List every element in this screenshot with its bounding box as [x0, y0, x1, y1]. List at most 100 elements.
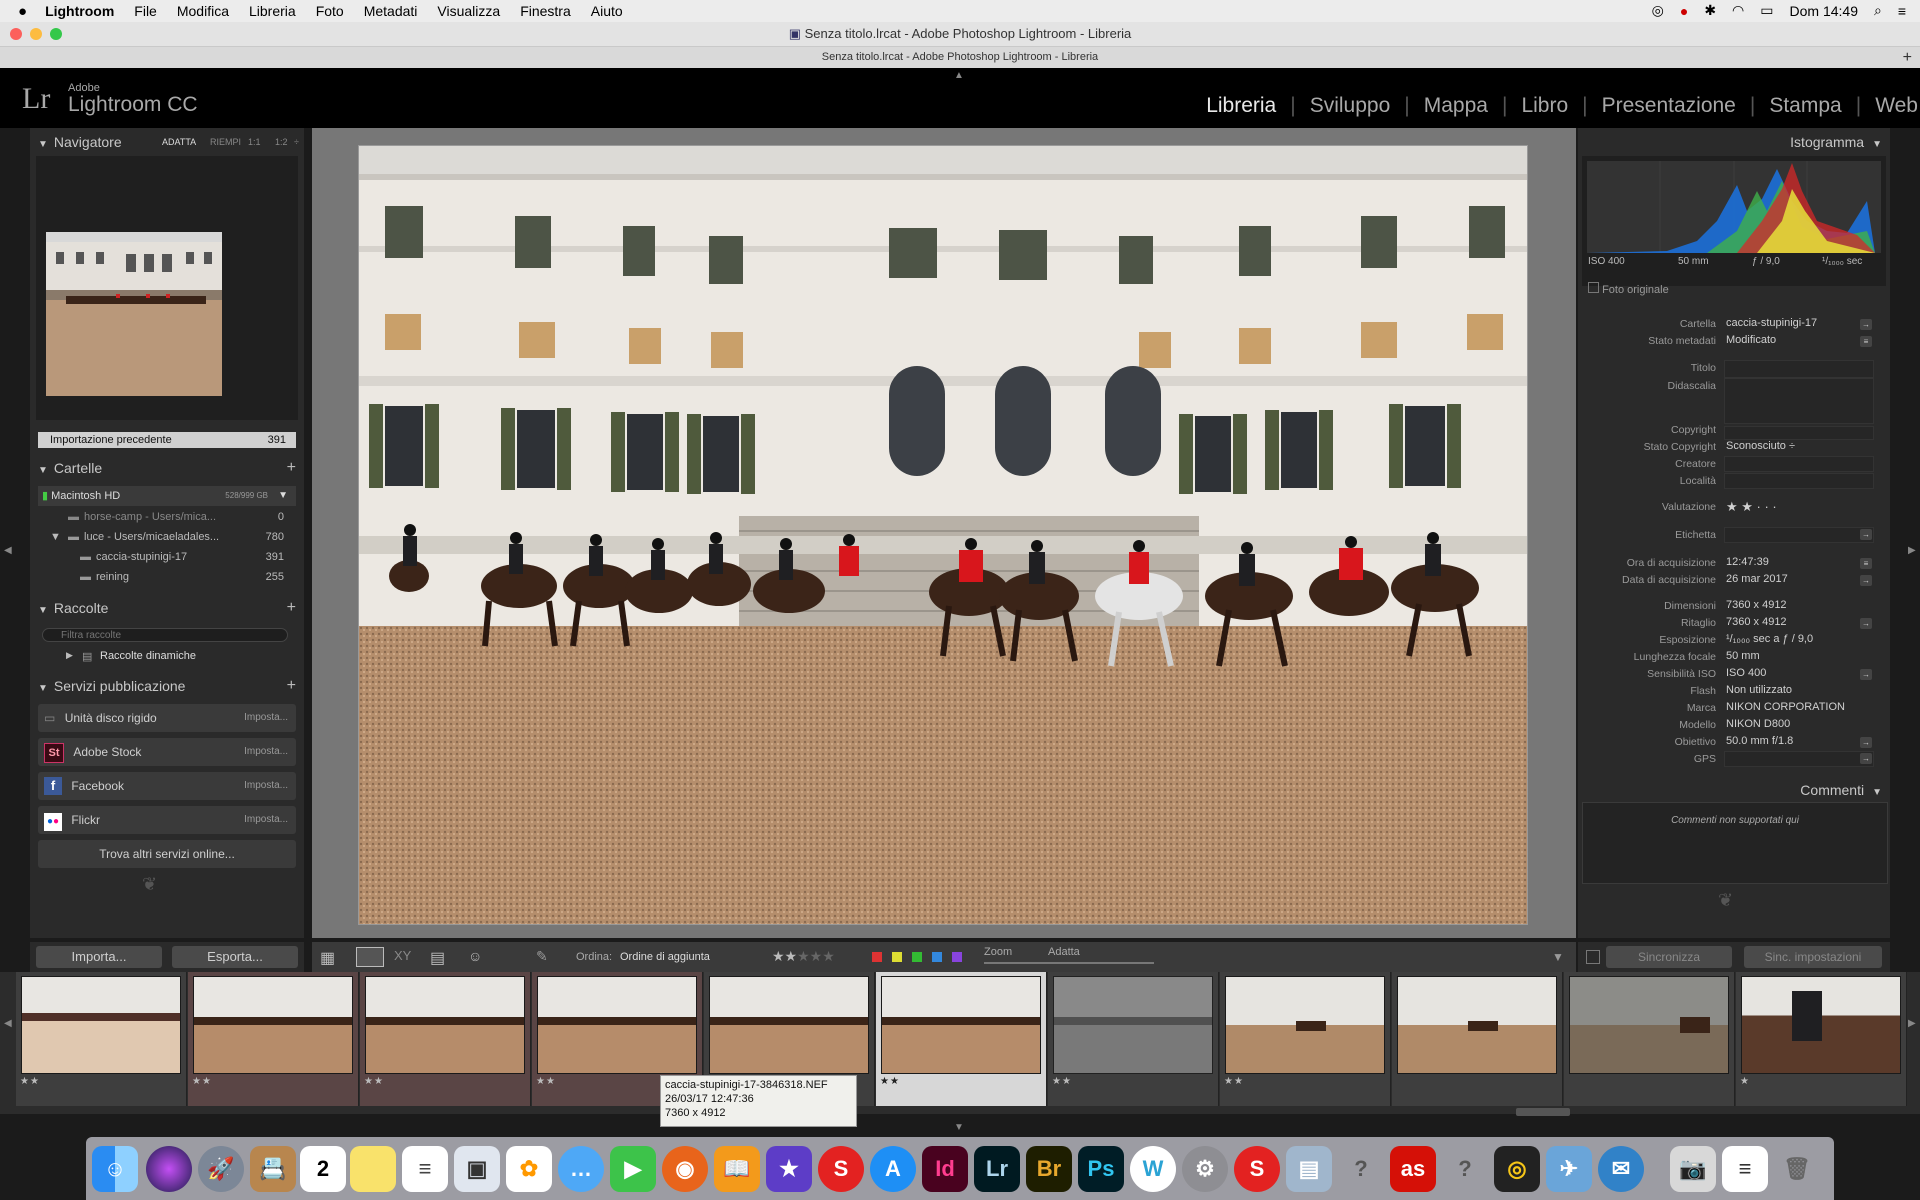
folder-row[interactable]: ▬ caccia-stupinigi-17 391: [38, 551, 296, 567]
module-mappa[interactable]: Mappa: [1424, 94, 1488, 118]
setup-link[interactable]: Imposta...: [244, 806, 288, 834]
disclosure-triangle-icon[interactable]: ▼: [50, 531, 61, 543]
histogram-header[interactable]: Istogramma ▼: [1578, 130, 1890, 154]
navigator-header[interactable]: ▼ Navigatore ADATTA RIEMPI 1:1 1:2 ÷: [30, 130, 304, 154]
finder-app-icon[interactable]: ✈: [1546, 1146, 1592, 1192]
bridge-icon[interactable]: Br: [1026, 1146, 1072, 1192]
creative-cloud-icon[interactable]: ◎: [1652, 2, 1664, 19]
folder-row[interactable]: ▼ ▬ luce - Users/micaeladales... 780: [38, 531, 296, 547]
ibooks-icon[interactable]: 📖: [714, 1146, 760, 1192]
gps-field[interactable]: [1724, 751, 1874, 767]
menu-libreria[interactable]: Libreria: [249, 3, 296, 19]
color-label-purple[interactable]: [952, 952, 962, 962]
lastfm-icon[interactable]: as: [1390, 1146, 1436, 1192]
minimize-window-button[interactable]: [30, 28, 42, 40]
textedit-icon[interactable]: ≡: [1722, 1146, 1768, 1192]
painter-icon[interactable]: ✎: [536, 948, 548, 965]
filmstrip-scroll-left-icon[interactable]: ◀: [4, 1018, 12, 1029]
module-web[interactable]: Web: [1875, 94, 1918, 118]
zoom-more-icon[interactable]: ÷: [294, 130, 299, 154]
zoom-riempi[interactable]: RIEMPI: [210, 130, 241, 154]
menu-visualizza[interactable]: Visualizza: [437, 3, 500, 19]
contacts-icon[interactable]: 📇: [250, 1146, 296, 1192]
go-to-iso-icon[interactable]: →: [1860, 669, 1872, 680]
import-button[interactable]: Importa...: [36, 946, 162, 968]
smart-collections-row[interactable]: ▶ ▤ Raccolte dinamiche: [38, 650, 296, 666]
appstore-icon[interactable]: A: [870, 1146, 916, 1192]
color-label-yellow[interactable]: [892, 952, 902, 962]
copyright-field[interactable]: [1724, 426, 1874, 440]
publish-service-hard-drive[interactable]: ▭ Unità disco rigido Imposta...: [38, 704, 296, 732]
acrobat-icon[interactable]: S: [818, 1146, 864, 1192]
module-presentazione[interactable]: Presentazione: [1602, 94, 1736, 118]
launchpad-icon[interactable]: 🚀: [198, 1146, 244, 1192]
wifi-icon[interactable]: ◠: [1732, 2, 1744, 19]
location-field[interactable]: [1724, 473, 1874, 489]
filmstrip-thumb-selected[interactable]: ★★: [876, 972, 1047, 1106]
trash-icon[interactable]: 🗑: [1774, 1146, 1820, 1192]
notification-center-icon[interactable]: ≡: [1898, 3, 1906, 19]
photo-viewer-icon[interactable]: ▤: [1286, 1146, 1332, 1192]
main-photo-image[interactable]: [359, 146, 1527, 924]
add-publish-service-icon[interactable]: +: [287, 674, 296, 698]
survey-view-icon[interactable]: ▤: [430, 948, 445, 968]
filmstrip-thumb[interactable]: ★: [1736, 972, 1907, 1106]
color-label-red[interactable]: [872, 952, 882, 962]
creator-field[interactable]: [1724, 456, 1874, 472]
firefox-icon[interactable]: ◉: [662, 1146, 708, 1192]
preview-icon[interactable]: ▣: [454, 1146, 500, 1192]
rating-stars[interactable]: ★ ★ · · ·: [1726, 499, 1777, 515]
filmstrip-scroll-right-icon[interactable]: ▶: [1908, 1018, 1916, 1029]
apple-icon[interactable]: ●: [18, 3, 27, 20]
navigator-thumbnail[interactable]: [46, 232, 222, 396]
camera-icon[interactable]: 📷: [1670, 1146, 1716, 1192]
menu-foto[interactable]: Foto: [316, 3, 344, 19]
setup-link[interactable]: Imposta...: [244, 772, 288, 800]
go-to-folder-icon[interactable]: →: [1860, 319, 1872, 330]
menu-file[interactable]: File: [134, 3, 157, 19]
filmstrip-thumb[interactable]: ★★: [1220, 972, 1391, 1106]
collapse-bottom-panel-icon[interactable]: ▼: [954, 1122, 964, 1133]
filmstrip-thumb[interactable]: ★★: [360, 972, 531, 1106]
module-stampa[interactable]: Stampa: [1769, 94, 1841, 118]
menu-modifica[interactable]: Modifica: [177, 3, 229, 19]
calendar-icon[interactable]: 2: [300, 1146, 346, 1192]
catalog-previous-import[interactable]: Importazione precedente 391: [38, 432, 296, 448]
publish-services-header[interactable]: ▼ Servizi pubblicazione +: [30, 674, 304, 698]
siri-icon[interactable]: [146, 1146, 192, 1192]
module-sviluppo[interactable]: Sviluppo: [1310, 94, 1391, 118]
grid-view-icon[interactable]: ▦: [320, 948, 335, 968]
module-libro[interactable]: Libro: [1521, 94, 1568, 118]
filmstrip-scrollbar[interactable]: [1516, 1108, 1570, 1116]
copyright-status-select[interactable]: Sconosciuto ÷: [1726, 440, 1795, 452]
go-to-date-icon[interactable]: →: [1860, 575, 1872, 586]
histogram-chart[interactable]: [1587, 161, 1881, 253]
publish-service-facebook[interactable]: f Facebook Imposta...: [38, 772, 296, 800]
messages-icon[interactable]: …: [558, 1146, 604, 1192]
filmstrip-thumb[interactable]: [1392, 972, 1563, 1106]
photos-icon[interactable]: ✿: [506, 1146, 552, 1192]
volume-macintosh-hd[interactable]: ▮ Macintosh HD 528/999 GB ▼: [38, 486, 296, 506]
compare-view-icon[interactable]: XY: [394, 948, 411, 963]
photoshop-icon[interactable]: Ps: [1078, 1146, 1124, 1192]
folder-row[interactable]: ▬ reining 255: [38, 571, 296, 587]
bluetooth-icon[interactable]: ✱: [1704, 2, 1716, 19]
collections-header[interactable]: ▼ Raccolte +: [30, 596, 304, 620]
menu-finestra[interactable]: Finestra: [520, 3, 571, 19]
adobe-icon[interactable]: ●: [1680, 3, 1688, 19]
main-photo[interactable]: [358, 145, 1528, 925]
sort-select[interactable]: Ordine di aggiunta: [620, 951, 710, 963]
collapse-top-panel-icon[interactable]: ▲: [954, 70, 964, 81]
setup-link[interactable]: Imposta...: [244, 738, 288, 766]
people-view-icon[interactable]: ☺: [468, 948, 482, 964]
toolbar-menu-icon[interactable]: ▼: [1552, 950, 1564, 964]
word-icon[interactable]: W: [1130, 1146, 1176, 1192]
color-label-green[interactable]: [912, 952, 922, 962]
add-collection-icon[interactable]: +: [287, 596, 296, 620]
right-panel-toggle-icon[interactable]: ▶: [1908, 545, 1916, 556]
spotlight-icon[interactable]: ⌕: [1874, 2, 1882, 19]
notes-icon[interactable]: [350, 1146, 396, 1192]
title-field[interactable]: [1724, 360, 1874, 378]
menu-metadati[interactable]: Metadati: [364, 3, 418, 19]
edit-capture-time-icon[interactable]: ≡: [1860, 558, 1872, 569]
